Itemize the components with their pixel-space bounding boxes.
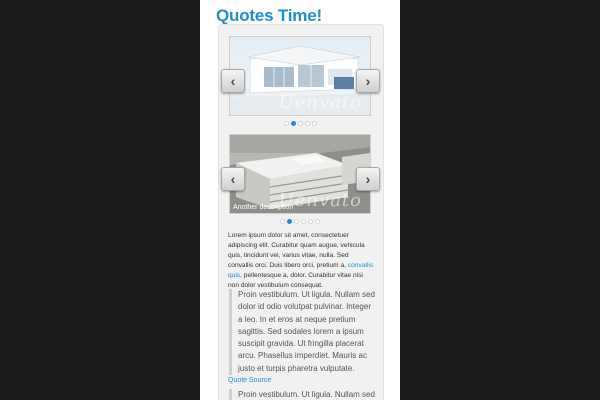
slide-watermark: Uenvato bbox=[278, 92, 362, 113]
slider-2-prev-button[interactable]: ‹ bbox=[221, 167, 245, 191]
page-column: Quotes Time! Uenvato ‹ › Uenvato Another… bbox=[200, 0, 400, 400]
paragraph-text: Lorem ipsum dolor sit amet, consectetuer… bbox=[228, 232, 365, 269]
slide-image-2: Uenvato Another description bbox=[229, 134, 371, 214]
content-panel: Uenvato ‹ › Uenvato Another description … bbox=[218, 24, 384, 400]
pagination-dot[interactable] bbox=[301, 219, 306, 224]
quote-source-link[interactable]: Quote Source bbox=[228, 377, 271, 384]
blockquote-1: Proin vestibulum. Ut ligula. Nullam sed … bbox=[229, 289, 376, 376]
pagination-dot[interactable] bbox=[294, 219, 299, 224]
pagination-dot[interactable] bbox=[287, 219, 292, 224]
quote-text: Proin vestibulum. Ut ligula. Nullam sed bbox=[238, 390, 375, 399]
slider-1-next-button[interactable]: › bbox=[356, 69, 380, 93]
pagination-dot[interactable] bbox=[315, 219, 320, 224]
slide-caption: Another description bbox=[233, 204, 294, 211]
chevron-right-icon: › bbox=[365, 171, 371, 187]
pagination-dot[interactable] bbox=[297, 121, 303, 126]
slider-1-prev-button[interactable]: ‹ bbox=[221, 69, 245, 93]
slider-2-next-button[interactable]: › bbox=[356, 167, 380, 191]
pagination-dot[interactable] bbox=[283, 121, 289, 126]
slider-2-pagination bbox=[229, 219, 371, 225]
pagination-dot[interactable] bbox=[290, 121, 296, 126]
pagination-dot[interactable] bbox=[304, 121, 310, 126]
paragraph-text: , pellentesque a, dolor. Curabitur vitae… bbox=[228, 272, 363, 289]
blockquote-2: Proin vestibulum. Ut ligula. Nullam sed bbox=[229, 389, 376, 400]
pagination-dot[interactable] bbox=[280, 219, 285, 224]
slide-image-1: Uenvato bbox=[229, 36, 371, 116]
intro-paragraph: Lorem ipsum dolor sit amet, consectetuer… bbox=[228, 231, 374, 291]
slider-1-pagination bbox=[229, 121, 371, 127]
page-title: Quotes Time! bbox=[216, 6, 322, 25]
quote-text: Proin vestibulum. Ut ligula. Nullam sed … bbox=[238, 290, 375, 373]
chevron-left-icon: ‹ bbox=[230, 73, 236, 89]
chevron-right-icon: › bbox=[365, 73, 371, 89]
pagination-dot[interactable] bbox=[311, 121, 317, 126]
pagination-dot[interactable] bbox=[308, 219, 313, 224]
chevron-left-icon: ‹ bbox=[230, 171, 236, 187]
